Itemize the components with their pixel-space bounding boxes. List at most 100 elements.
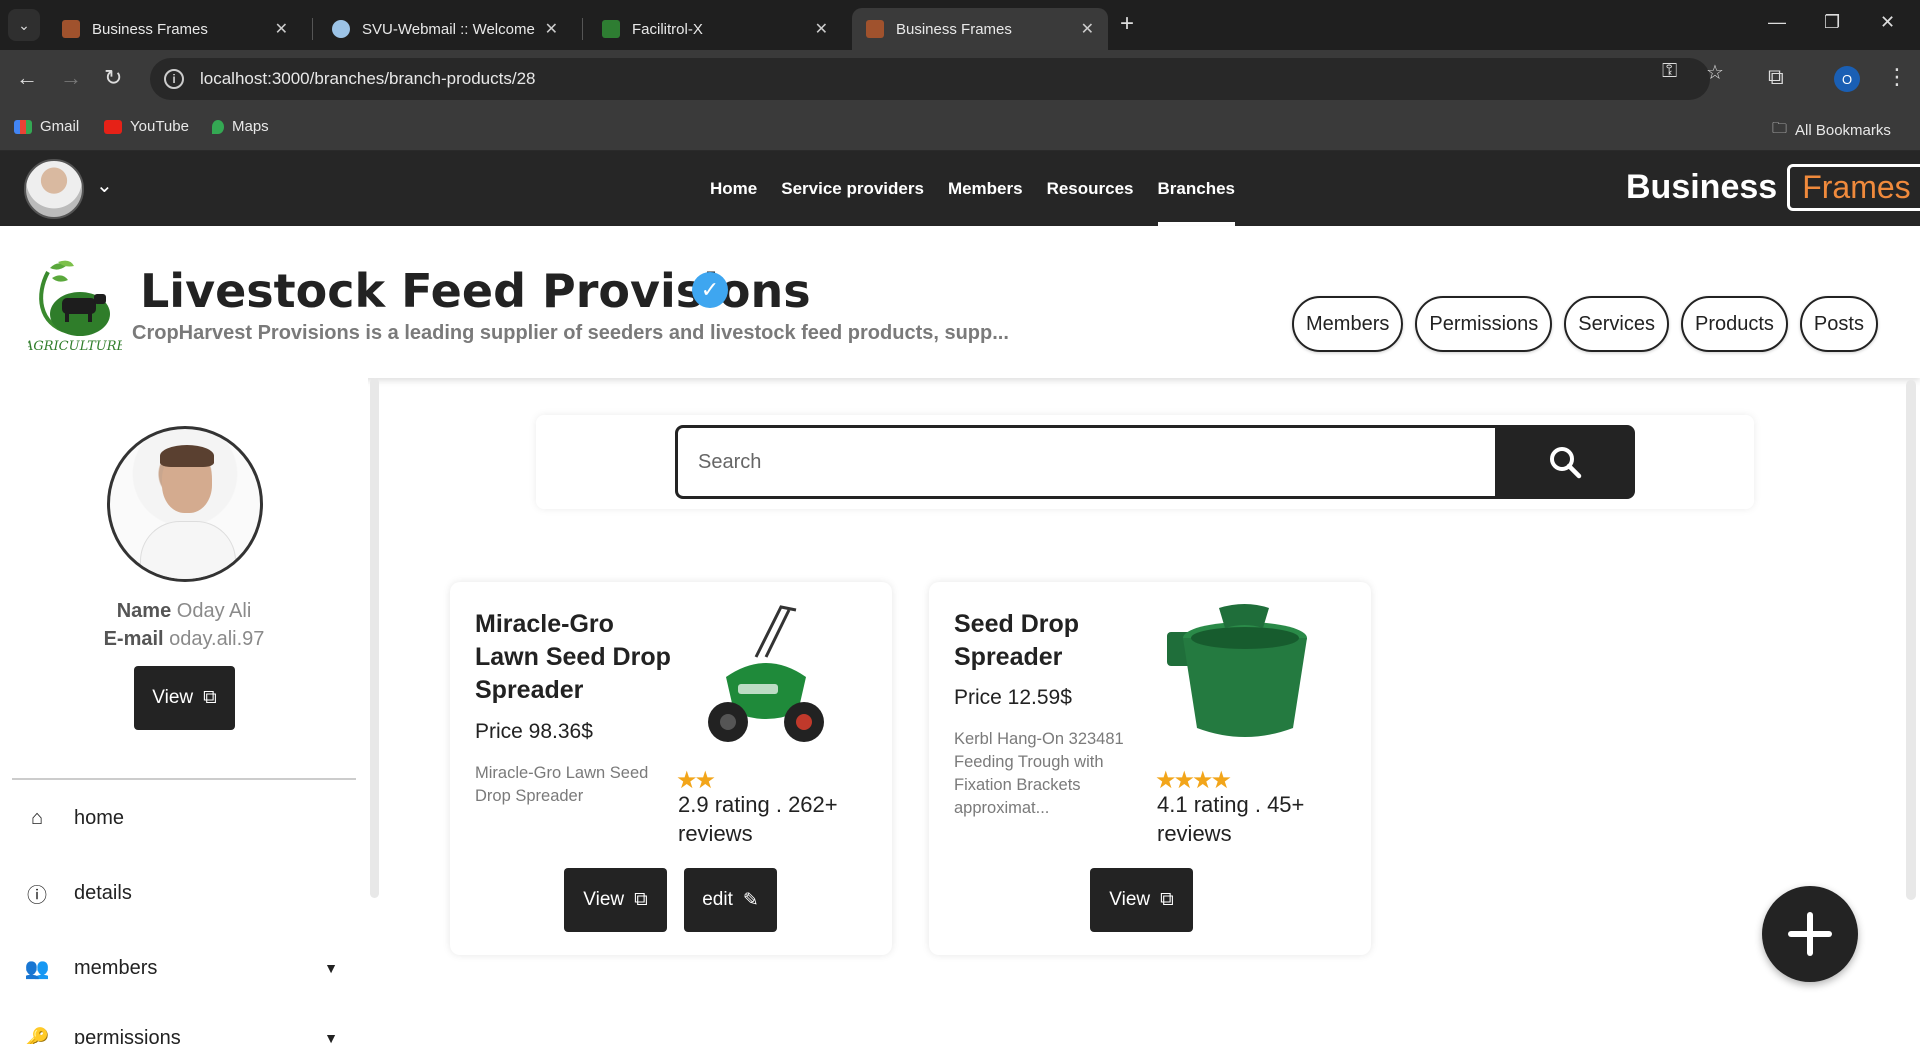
product-view-button[interactable]: View ⧉ xyxy=(564,868,667,932)
product-description: Miracle-Gro Lawn Seed Drop Spreader xyxy=(475,764,649,805)
external-link-icon: ⧉ xyxy=(634,889,648,910)
search-input[interactable] xyxy=(675,425,1495,499)
home-icon: ⌂ xyxy=(30,806,44,829)
info-icon: ⓘ xyxy=(27,884,47,907)
folder-icon: 🗀 xyxy=(1772,120,1788,137)
app-navbar: ⌄ Home Service providers Members Resourc… xyxy=(0,151,1920,226)
nav-members[interactable]: Members xyxy=(948,151,1023,226)
all-bookmarks[interactable]: 🗀 All Bookmarks xyxy=(1772,118,1891,143)
product-price: Price 12.59$ xyxy=(954,686,1072,709)
tab-members[interactable]: Members xyxy=(1292,296,1404,352)
tab-services[interactable]: Services xyxy=(1564,296,1669,352)
sidebar-item-members[interactable]: 👥 members ▼ xyxy=(24,948,344,988)
product-rating: 2.9 rating . 262+ reviews xyxy=(678,792,838,846)
svg-text:AGRICULTURE: AGRICULTURE xyxy=(28,339,122,354)
external-link-icon: ⧉ xyxy=(203,687,217,708)
bookmark-maps[interactable]: Maps xyxy=(212,118,269,135)
edit-icon: ✎ xyxy=(742,889,759,911)
product-image xyxy=(1167,604,1307,737)
caret-down-icon[interactable]: ▼ xyxy=(324,1030,338,1044)
sidebar-item-home[interactable]: ⌂ home xyxy=(24,798,344,838)
users-icon: 👥 xyxy=(24,957,50,980)
reload-icon[interactable]: ↻ xyxy=(104,64,122,92)
sidebar: Name Oday Ali E-mail oday.ali.97 View ⧉ … xyxy=(0,378,368,1044)
business-frames-favicon-icon xyxy=(866,20,884,38)
add-product-button[interactable] xyxy=(1762,886,1858,982)
bookmarks-bar: Gmail YouTube Maps 🗀 All Bookmarks xyxy=(0,108,1920,151)
browser-tab-3[interactable]: Facilitrol-X ✕ xyxy=(588,8,842,50)
browser-tab-2[interactable]: SVU-Webmail :: Welcome ✕ xyxy=(318,8,572,50)
password-key-icon[interactable]: ⚿ xyxy=(1662,60,1677,83)
brand-logo[interactable]: Business Frames xyxy=(1626,164,1920,211)
close-window-icon[interactable]: ✕ xyxy=(1880,12,1895,33)
profile-name: Name Oday Ali xyxy=(116,600,252,622)
close-tab-icon[interactable]: ✕ xyxy=(815,19,828,39)
sidebar-scrollbar[interactable] xyxy=(368,378,382,898)
product-rating: 4.1 rating . 45+ reviews xyxy=(1157,792,1305,846)
product-image xyxy=(708,605,824,742)
tab-products[interactable]: Products xyxy=(1680,296,1788,352)
product-name: Miracle-Gro Lawn Seed Drop Spreader xyxy=(475,610,671,704)
nav-branches[interactable]: Branches xyxy=(1157,151,1236,226)
browser-tab-4-active[interactable]: Business Frames ✕ xyxy=(852,8,1108,50)
browser-menu-icon[interactable]: ⋮ xyxy=(1886,64,1908,90)
browser-tab-bar: ⌄ Business Frames ✕ SVU-Webmail :: Welco… xyxy=(0,0,1920,50)
product-description: Kerbl Hang-On 323481 Feeding Trough with… xyxy=(954,730,1124,817)
plus-icon xyxy=(1788,912,1832,956)
nav-home[interactable]: Home xyxy=(710,151,757,226)
close-tab-icon[interactable]: ✕ xyxy=(545,19,558,39)
webmail-favicon-icon xyxy=(332,20,350,38)
address-bar[interactable]: i localhost:3000/branches/branch-product… xyxy=(150,58,1710,100)
profile-view-button[interactable]: View ⧉ xyxy=(134,666,235,730)
forward-arrow-icon[interactable]: → xyxy=(60,64,82,92)
search-icon xyxy=(1550,447,1582,479)
product-card: Miracle-Gro Lawn Seed Drop Spreader Pric… xyxy=(450,582,892,955)
gmail-icon xyxy=(14,119,32,134)
browser-profile-avatar[interactable]: O xyxy=(1834,66,1860,92)
bookmark-star-icon[interactable]: ☆ xyxy=(1706,60,1724,85)
close-tab-icon[interactable]: ✕ xyxy=(1081,19,1094,39)
user-avatar[interactable] xyxy=(24,159,84,219)
new-tab-plus-icon[interactable]: + xyxy=(1120,12,1134,36)
bookmark-youtube[interactable]: YouTube xyxy=(104,118,189,135)
minimize-icon[interactable]: — xyxy=(1768,12,1786,33)
tab-separator xyxy=(582,18,583,40)
browser-tab-1[interactable]: Business Frames ✕ xyxy=(48,8,302,50)
back-arrow-icon[interactable]: ← xyxy=(16,64,38,92)
sidebar-item-permissions[interactable]: 🔑 permissions ▼ xyxy=(24,1018,344,1044)
site-info-icon[interactable]: i xyxy=(164,69,184,89)
agriculture-logo: AGRICULTURE xyxy=(28,260,122,354)
restore-icon[interactable]: ❐ xyxy=(1824,12,1840,33)
caret-down-icon[interactable]: ▼ xyxy=(324,960,338,976)
chevron-down-icon[interactable]: ⌄ xyxy=(96,173,113,198)
key-icon: 🔑 xyxy=(24,1027,50,1044)
profile-photo xyxy=(107,426,263,582)
tab-search-button[interactable]: ⌄ xyxy=(8,9,40,41)
search-card xyxy=(536,415,1754,509)
close-tab-icon[interactable]: ✕ xyxy=(275,19,288,39)
page-scrollbar[interactable] xyxy=(1906,380,1916,900)
tab-posts[interactable]: Posts xyxy=(1799,296,1878,352)
extensions-puzzle-icon[interactable]: ⧉ xyxy=(1768,64,1784,90)
tab-permissions[interactable]: Permissions xyxy=(1415,296,1553,352)
facilitrol-favicon-icon xyxy=(602,20,620,38)
business-frames-favicon-icon xyxy=(62,20,80,38)
product-edit-button[interactable]: edit ✎ xyxy=(684,868,777,932)
sidebar-item-details[interactable]: ⓘ details xyxy=(24,873,344,913)
external-link-icon: ⧉ xyxy=(1160,889,1174,910)
branch-description: CropHarvest Provisions is a leading supp… xyxy=(132,322,1009,344)
url-text[interactable]: localhost:3000/branches/branch-products/… xyxy=(200,69,536,89)
tab-separator xyxy=(312,18,313,40)
product-price: Price 98.36$ xyxy=(475,720,593,743)
branch-tabs: Members Permissions Services Products Po… xyxy=(1292,296,1878,352)
product-view-button[interactable]: View ⧉ xyxy=(1090,868,1193,932)
main-nav: Home Service providers Members Resources… xyxy=(710,151,1236,226)
product-name: Seed Drop Spreader xyxy=(954,610,1080,671)
youtube-icon xyxy=(104,119,122,134)
nav-service-providers[interactable]: Service providers xyxy=(781,151,924,226)
branch-header: AGRICULTURE Livestock Feed Provisions ✓ … xyxy=(0,226,1920,378)
nav-resources[interactable]: Resources xyxy=(1047,151,1134,226)
bookmark-gmail[interactable]: Gmail xyxy=(14,118,79,135)
search-button[interactable] xyxy=(1495,425,1635,499)
browser-toolbar: ← → ↻ i localhost:3000/branches/branch-p… xyxy=(0,50,1920,108)
